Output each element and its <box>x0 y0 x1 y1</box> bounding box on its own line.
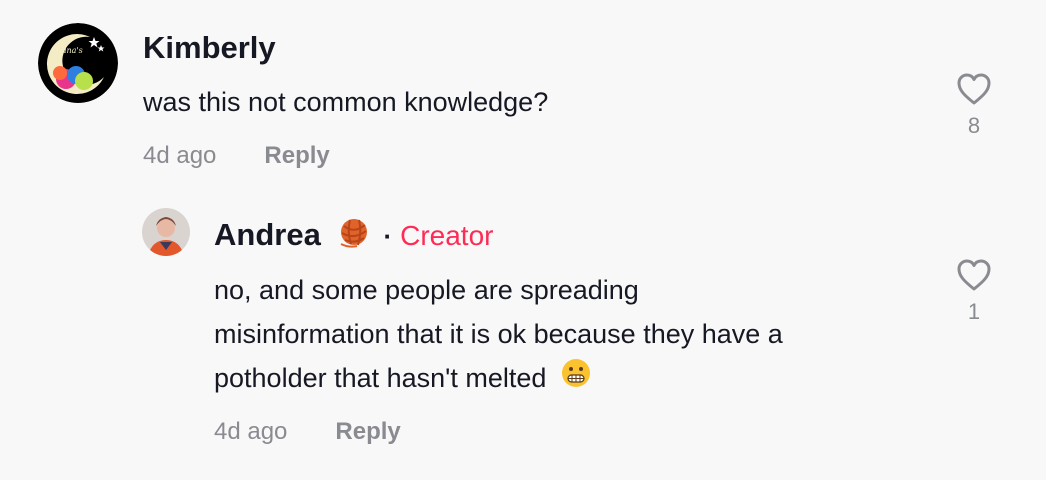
reply-button[interactable]: Reply <box>335 418 400 445</box>
comment-time: 4d ago <box>214 418 288 445</box>
comment-meta: 4d ago Reply <box>143 142 330 170</box>
heart-icon <box>957 259 991 291</box>
like-button[interactable]: 8 <box>952 72 996 139</box>
avatar-logo-text: Luna's <box>55 46 83 55</box>
comment-text-line: no, and some people are spreading <box>214 275 639 305</box>
grimacing-face-icon <box>560 357 592 402</box>
heart-icon <box>957 73 991 105</box>
like-count: 8 <box>967 113 981 138</box>
avatar[interactable]: Luna's <box>38 23 118 103</box>
comment-text-line-with-emoji: potholder that hasn't melted <box>214 356 783 402</box>
comment-text-line: misinformation that it is ok because the… <box>214 319 783 349</box>
creator-badge: Creator <box>400 220 494 252</box>
comment-text: no, and some people are spreading misinf… <box>214 268 783 402</box>
author-name-row: Andrea · Creator <box>214 216 493 258</box>
reply-comment-item: Andrea · Creator no, and some people are … <box>0 190 1046 480</box>
comment-text-line: potholder that hasn't melted <box>214 363 547 393</box>
comment-time: 4d ago <box>143 142 217 169</box>
avatar[interactable] <box>142 208 190 256</box>
comment-meta: 4d ago Reply <box>214 418 401 446</box>
badge-separator: · <box>383 221 393 252</box>
yarn-ball-icon <box>337 216 371 258</box>
reply-button[interactable]: Reply <box>264 142 329 169</box>
comment-item: Luna's Kimberly was this not common know… <box>0 0 1046 190</box>
like-button[interactable]: 1 <box>952 258 996 325</box>
like-count: 1 <box>967 299 981 324</box>
author-name[interactable]: Andrea <box>214 217 321 252</box>
author-name[interactable]: Kimberly <box>143 30 276 66</box>
comment-text: was this not common knowledge? <box>143 87 549 117</box>
